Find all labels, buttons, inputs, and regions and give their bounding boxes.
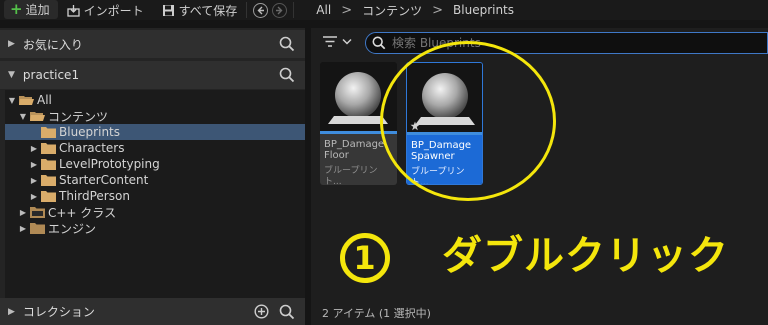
toolbar-divider xyxy=(293,2,295,18)
expanded-arrow-icon: ▼ xyxy=(8,95,16,105)
tree-item-label: コンテンツ xyxy=(48,109,109,124)
asset-name-line2: Floor xyxy=(324,150,349,161)
search-icon[interactable] xyxy=(279,67,295,83)
collapsed-arrow-icon: ▶ xyxy=(30,175,38,185)
collapsed-arrow-icon: ▶ xyxy=(30,191,38,201)
collapsed-arrow-icon: ▶ xyxy=(19,207,27,217)
annotation-text: ダブルクリック xyxy=(442,233,729,279)
tree-item-engine[interactable]: ▶ エンジン xyxy=(5,220,305,236)
project-label: practice1 xyxy=(22,68,80,82)
folder-icon xyxy=(41,142,56,154)
expanded-arrow-icon: ▼ xyxy=(19,111,27,121)
collections-header[interactable]: ▶ コレクション xyxy=(0,298,305,325)
folder-open-icon xyxy=(30,111,45,122)
breadcrumb-item-all[interactable]: All xyxy=(310,3,337,17)
back-arrow-icon[interactable] xyxy=(253,2,269,18)
tree-item-characters[interactable]: ▶ Characters xyxy=(5,140,305,156)
import-icon xyxy=(66,4,80,17)
tree-item-label: ThirdPerson xyxy=(59,189,130,203)
save-all-button[interactable]: すべて保存 xyxy=(157,1,243,19)
folder-tree: ▼ All ▼ コンテンツ Blueprints ▶ Characters ▶ … xyxy=(5,90,305,298)
asset-type-label: ブループリント... xyxy=(324,166,378,185)
folder-icon xyxy=(41,174,56,186)
search-icon xyxy=(372,36,386,50)
annotation-label: 1 ダブルクリック xyxy=(340,223,729,283)
tree-item-cpp-classes[interactable]: ▶ C++ クラス xyxy=(5,204,305,220)
tree-item-label: Characters xyxy=(59,141,125,155)
folder-icon xyxy=(30,222,45,234)
breadcrumb: All > コンテンツ > Blueprints xyxy=(310,2,520,19)
toolbar-divider xyxy=(246,2,248,18)
forward-arrow-icon[interactable] xyxy=(272,2,288,18)
tree-item-label: StarterContent xyxy=(59,173,149,187)
folder-open-icon xyxy=(19,95,34,106)
sources-panel: ▶ お気に入り ▼ practice1 ▼ All ▼ コンテンツ Bluepr… xyxy=(0,28,305,325)
save-icon xyxy=(162,4,174,16)
favorites-header[interactable]: ▶ お気に入り xyxy=(0,30,305,58)
tree-item-blueprints[interactable]: Blueprints xyxy=(5,124,305,140)
add-label: 追加 xyxy=(25,2,50,17)
tree-item-content[interactable]: ▼ コンテンツ xyxy=(5,108,305,124)
project-header[interactable]: ▼ practice1 xyxy=(0,61,305,89)
chevron-right-icon: > xyxy=(341,2,353,18)
status-bar-text: 2 アイテム (1 選択中) xyxy=(322,307,431,320)
save-all-label: すべて保存 xyxy=(178,3,238,18)
cpp-folder-icon xyxy=(30,206,45,218)
folder-icon xyxy=(41,158,56,170)
import-button[interactable]: インポート xyxy=(62,1,149,19)
folder-icon xyxy=(41,126,56,138)
breadcrumb-item-content[interactable]: コンテンツ xyxy=(356,2,428,19)
add-button[interactable]: + 追加 xyxy=(4,0,58,19)
tree-item-label: All xyxy=(37,93,52,107)
plus-icon: + xyxy=(10,0,23,18)
chevron-right-icon: > xyxy=(432,2,444,18)
import-label: インポート xyxy=(83,3,144,18)
collapsed-arrow-icon: ▶ xyxy=(30,143,38,153)
collapsed-arrow-icon: ▶ xyxy=(8,39,15,49)
toolbar: + 追加 インポート すべて保存 All > コンテンツ > Blueprint… xyxy=(0,0,768,20)
add-collection-icon[interactable] xyxy=(254,304,269,319)
annotation-circle xyxy=(380,41,556,201)
filter-icon[interactable] xyxy=(323,36,353,48)
favorites-label: お気に入り xyxy=(22,37,83,52)
collapsed-arrow-icon: ▶ xyxy=(8,306,15,317)
filter-bar xyxy=(311,28,768,58)
tree-item-all[interactable]: ▼ All xyxy=(5,92,305,108)
tree-item-label: エンジン xyxy=(48,221,97,236)
folder-icon xyxy=(41,190,56,202)
tree-item-label: C++ クラス xyxy=(48,205,117,220)
tree-item-levelprototyping[interactable]: ▶ LevelPrototyping xyxy=(5,156,305,172)
tree-item-startercontent[interactable]: ▶ StarterContent xyxy=(5,172,305,188)
annotation-number: 1 xyxy=(340,233,390,283)
breadcrumb-item-blueprints[interactable]: Blueprints xyxy=(447,3,520,17)
collapsed-arrow-icon: ▶ xyxy=(19,223,27,233)
search-icon[interactable] xyxy=(279,304,295,320)
collections-label: コレクション xyxy=(22,305,95,319)
tree-item-thirdperson[interactable]: ▶ ThirdPerson xyxy=(5,188,305,204)
search-icon[interactable] xyxy=(279,36,295,52)
collapsed-arrow-icon: ▶ xyxy=(30,159,38,169)
tree-item-label: LevelPrototyping xyxy=(59,157,160,171)
tree-item-label: Blueprints xyxy=(59,125,121,139)
expanded-arrow-icon: ▼ xyxy=(8,70,15,80)
